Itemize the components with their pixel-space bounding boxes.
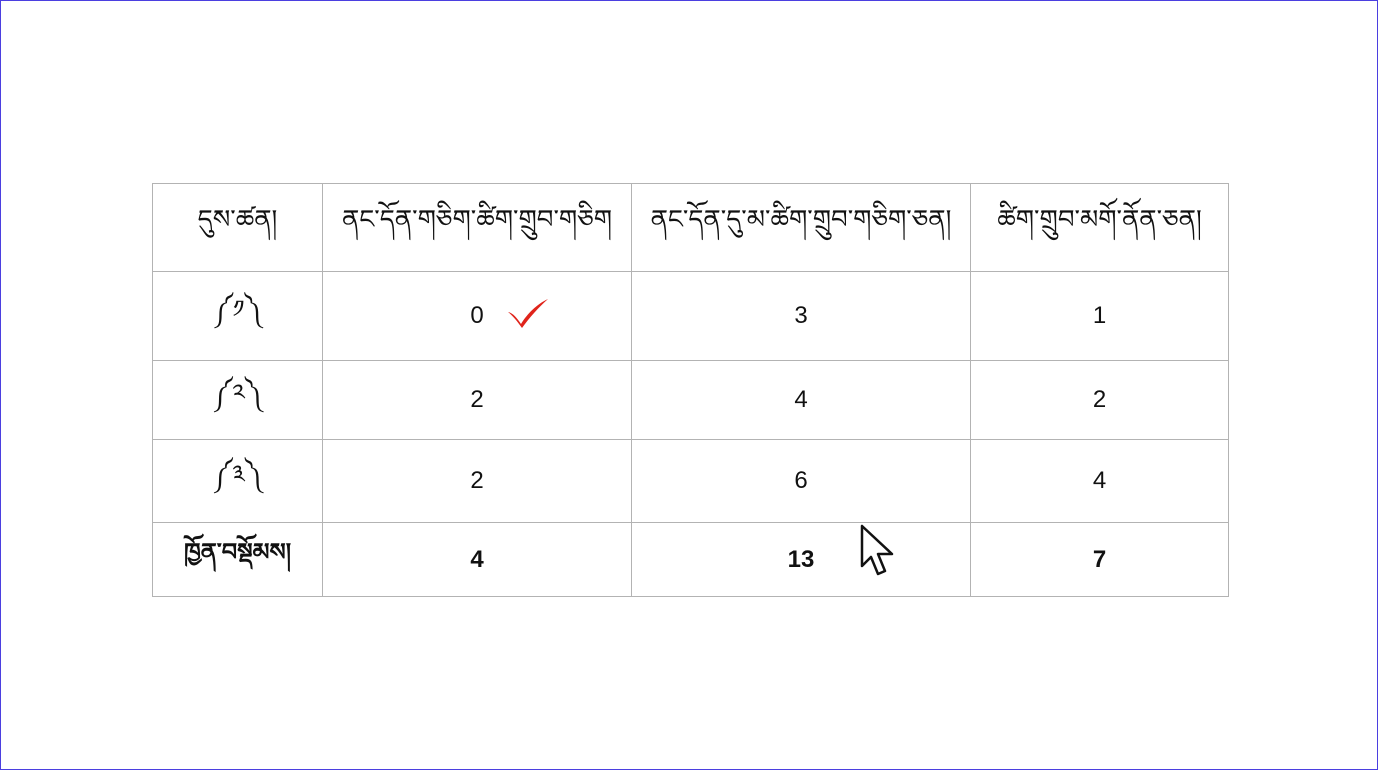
summary-table: དུས་ཚན། ནང་དོན་གཅིག་ཚིག་གྲུབ་གཅིག ནང་དོན… <box>152 183 1229 597</box>
check-mark-icon <box>508 299 548 328</box>
table-cell: 2 <box>970 360 1229 440</box>
table-cell: 1 <box>970 271 1229 361</box>
total-label: ཁྱོན་བསྡོམས། <box>152 522 323 597</box>
total-cell: 4 <box>322 522 632 597</box>
total-row: ཁྱོན་བསྡོམས། 4 13 7 <box>152 522 1229 597</box>
slide-frame: དུས་ཚན། ནང་དོན་གཅིག་ཚིག་གྲུབ་གཅིག ནང་དོན… <box>0 0 1378 770</box>
table-cell: 4 <box>631 360 971 440</box>
row-label: ༼༢༽ <box>152 360 323 440</box>
header-cell-single-meaning-single-clause: ནང་དོན་གཅིག་ཚིག་གྲུབ་གཅིག <box>322 183 632 272</box>
table-row: ༼༣༽ 2 6 4 <box>152 439 1229 523</box>
cell-value: 0 <box>470 302 484 329</box>
mouse-pointer-icon <box>860 524 894 576</box>
table-cell: 4 <box>970 439 1229 523</box>
table-cell: 6 <box>631 439 971 523</box>
header-cell-multi-meaning-single-clause: ནང་དོན་དུ་མ་ཚིག་གྲུབ་གཅིག་ཅན། <box>631 183 971 272</box>
total-cell: 13 <box>631 522 971 597</box>
table-row: ༼༢༽ 2 4 2 <box>152 360 1229 440</box>
header-row: དུས་ཚན། ནང་དོན་གཅིག་ཚིག་གྲུབ་གཅིག ནང་དོན… <box>152 183 1229 272</box>
total-cell: 7 <box>970 522 1229 597</box>
summary-table-wrap: དུས་ཚན། ནང་དོན་གཅིག་ཚིག་གྲུབ་གཅིག ནང་དོན… <box>152 183 1229 597</box>
row-label: ༼༣༽ <box>152 439 323 523</box>
header-cell-clause-leading: ཚིག་གྲུབ་མགོ་ནོན་ཅན། <box>970 183 1229 272</box>
header-cell-period: དུས་ཚན། <box>152 183 323 272</box>
row-label: ༼༡༽ <box>152 271 323 361</box>
table-cell: 0 <box>322 271 632 361</box>
table-cell: 2 <box>322 360 632 440</box>
table-cell: 2 <box>322 439 632 523</box>
table-cell: 3 <box>631 271 971 361</box>
table-row: ༼༡༽ 0 3 1 <box>152 271 1229 361</box>
